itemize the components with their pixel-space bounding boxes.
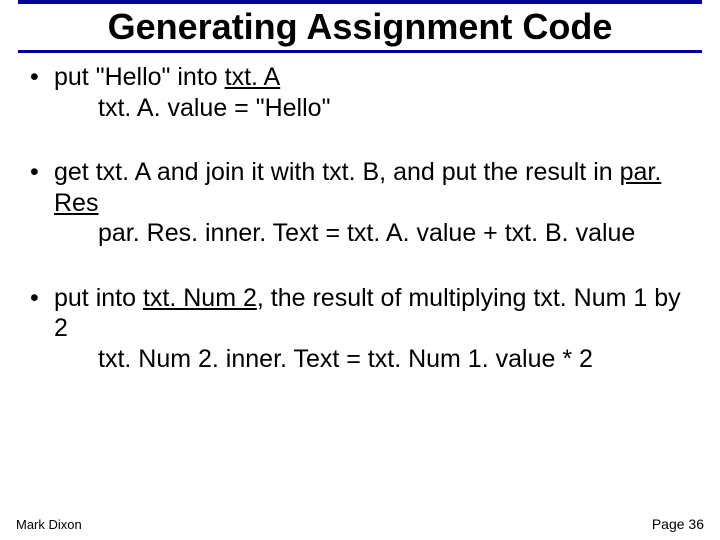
bullet-item: • put into txt. Num 2, the result of mul…	[30, 283, 696, 375]
slide: Generating Assignment Code • put "Hello"…	[0, 0, 720, 540]
bullet-text: put into	[54, 284, 143, 312]
bullet-code: par. Res. inner. Text = txt. A. value + …	[98, 218, 696, 249]
bullet-content: put into txt. Num 2, the result of multi…	[54, 283, 696, 375]
title-underline	[18, 50, 702, 53]
slide-body: • put "Hello" into txt. A txt. A. value …	[30, 62, 696, 408]
bullet-underlined: txt. A	[225, 63, 281, 91]
bullet-dot: •	[30, 62, 54, 123]
bullet-code: txt. A. value = "Hello"	[98, 93, 696, 124]
bullet-dot: •	[30, 283, 54, 375]
top-rule	[18, 0, 702, 4]
bullet-text: get txt. A and join it with txt. B, and …	[54, 158, 620, 186]
footer-page: Page 36	[652, 516, 704, 532]
bullet-dot: •	[30, 157, 54, 249]
bullet-code: txt. Num 2. inner. Text = txt. Num 1. va…	[98, 344, 696, 375]
bullet-item: • put "Hello" into txt. A txt. A. value …	[30, 62, 696, 123]
bullet-underlined: txt. Num 2	[143, 284, 257, 312]
bullet-content: put "Hello" into txt. A txt. A. value = …	[54, 62, 696, 123]
bullet-content: get txt. A and join it with txt. B, and …	[54, 157, 696, 249]
footer-author: Mark Dixon	[16, 517, 82, 532]
bullet-text: put "Hello" into	[54, 63, 225, 91]
bullet-item: • get txt. A and join it with txt. B, an…	[30, 157, 696, 249]
slide-title: Generating Assignment Code	[0, 6, 720, 48]
